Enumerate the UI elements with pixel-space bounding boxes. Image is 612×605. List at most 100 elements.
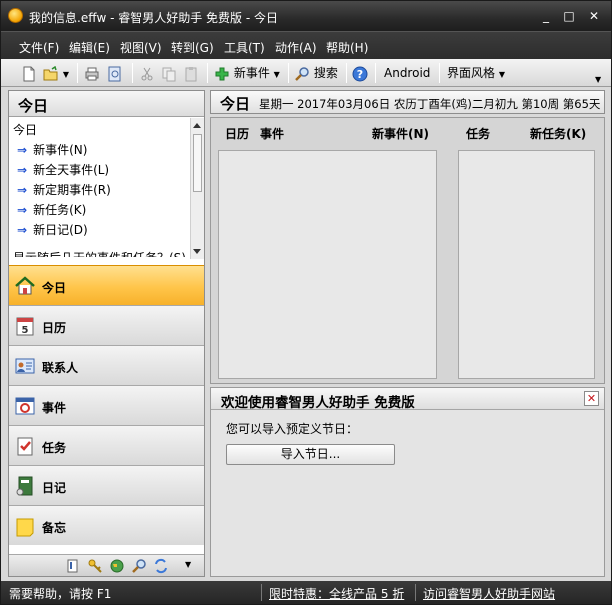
copy-icon: [162, 67, 176, 81]
scissors-icon: [141, 67, 153, 80]
toolbar-separator: [77, 63, 78, 83]
search-button[interactable]: 搜索: [294, 64, 338, 82]
quick-new-event[interactable]: ⇒ 新事件(N): [17, 141, 87, 158]
quick-actions-scrollbar[interactable]: [190, 118, 204, 259]
nav-events[interactable]: 事件: [9, 385, 204, 425]
svg-text:5: 5: [22, 325, 29, 336]
visit-website-link[interactable]: 访问睿智男人好助手网站: [423, 585, 555, 602]
menu-help[interactable]: 帮助(H): [326, 39, 368, 56]
tasks-column-label: 任务: [466, 127, 491, 141]
close-window-button[interactable]: ✕: [583, 7, 605, 25]
arrow-right-icon: ⇒: [17, 143, 28, 157]
new-event-label: 新事件: [233, 66, 270, 80]
quick-new-allday-event-label: 新全天事件(L): [33, 163, 110, 177]
search-label: 搜索: [313, 66, 338, 80]
menu-goto[interactable]: 转到(G): [171, 39, 214, 56]
toolbar-separator: [132, 63, 133, 83]
status-help-text: 需要帮助，请按 F1: [9, 587, 112, 601]
menu-actions[interactable]: 动作(A): [275, 39, 317, 56]
paste-button[interactable]: [183, 64, 199, 82]
quick-actions-title: 今日: [13, 123, 38, 137]
status-separator: [261, 584, 262, 601]
home-icon: [15, 276, 35, 295]
tasks-list[interactable]: [458, 150, 595, 379]
today-header: 今日 星期一 2017年03月06日 农历丁酉年(鸡)二月初九 第10周 第65…: [210, 90, 605, 114]
menu-file[interactable]: 文件(F): [19, 39, 59, 56]
menu-edit[interactable]: 编辑(E): [69, 39, 110, 56]
nav-diary[interactable]: 日记: [9, 465, 204, 505]
close-panel-icon[interactable]: ✕: [584, 391, 599, 406]
sync-icon[interactable]: [153, 558, 169, 574]
menu-bar: 文件(F) 编辑(E) 视图(V) 转到(G) 工具(T) 动作(A) 帮助(H…: [1, 31, 611, 59]
today-title: 今日: [220, 95, 251, 113]
status-bar: 需要帮助，请按 F1 限时特惠：全线产品 5 折 访问睿智男人好助手网站: [1, 581, 611, 604]
open-folder-icon: [43, 65, 58, 80]
toolbar-separator: [288, 63, 289, 83]
toolbar: ▼ 新事件 ▼ 搜索 ? Android 界面风格 ▼ ▼: [1, 59, 611, 87]
print-button[interactable]: [84, 64, 100, 82]
quick-new-diary-label: 新日记(D): [33, 223, 88, 237]
quick-new-recurring-event[interactable]: ⇒ 新定期事件(R): [17, 181, 111, 198]
events-column-label: 事件: [260, 127, 285, 141]
navigation-header: 今日: [9, 91, 204, 117]
calendar-column-label: 日历: [225, 127, 250, 141]
android-button[interactable]: Android: [384, 64, 430, 82]
quick-show-upcoming[interactable]: 显示随后几天的事件和任务？(S): [13, 249, 186, 257]
quick-new-diary[interactable]: ⇒ 新日记(D): [17, 221, 88, 238]
cut-button[interactable]: [139, 64, 155, 82]
attachment-icon[interactable]: [65, 558, 81, 574]
nav-today[interactable]: 今日: [9, 265, 204, 305]
preview-icon: [108, 66, 121, 81]
new-event-button[interactable]: 新事件 ▼: [214, 64, 280, 82]
skin-dropdown-icon[interactable]: ▼: [499, 70, 505, 79]
skin-button[interactable]: 界面风格 ▼: [447, 64, 505, 82]
find-icon[interactable]: [131, 558, 147, 574]
nav-tasks-label: 任务: [42, 441, 67, 455]
arrow-right-icon: ⇒: [17, 163, 28, 177]
open-file-button[interactable]: ▼: [43, 64, 69, 82]
key-icon[interactable]: [87, 558, 103, 574]
nav-tasks[interactable]: 任务: [9, 425, 204, 465]
quick-new-recurring-event-label: 新定期事件(R): [33, 183, 111, 197]
app-window: 我的信息.effw - 睿智男人好助手 免费版 - 今日 _ □ ✕ 文件(F)…: [0, 0, 612, 605]
window-title: 我的信息.effw - 睿智男人好助手 免费版 - 今日: [29, 11, 279, 25]
toolbar-overflow-icon[interactable]: ▼: [595, 71, 601, 89]
new-file-button[interactable]: [21, 64, 37, 82]
nav-calendar-label: 日历: [42, 321, 67, 335]
search-icon: [295, 66, 309, 81]
scroll-up-icon[interactable]: [193, 123, 201, 128]
help-button[interactable]: ?: [352, 64, 368, 82]
event-icon: [15, 397, 35, 415]
new-event-dropdown-icon[interactable]: ▼: [274, 70, 280, 79]
quick-new-allday-event[interactable]: ⇒ 新全天事件(L): [17, 161, 109, 178]
menu-tools[interactable]: 工具(T): [224, 39, 265, 56]
new-document-icon: [23, 66, 35, 81]
nav-diary-label: 日记: [42, 481, 67, 495]
scroll-down-icon[interactable]: [193, 249, 201, 254]
toolbar-separator: [207, 63, 208, 83]
nav-contacts[interactable]: 联系人: [9, 345, 204, 385]
configure-buttons-icon[interactable]: ▼: [185, 560, 201, 576]
skin-label: 界面风格: [447, 66, 496, 80]
plus-icon: [215, 67, 229, 80]
task-icon: [17, 437, 33, 456]
globe-icon[interactable]: [109, 558, 125, 574]
nav-calendar[interactable]: 5 日历: [9, 305, 204, 345]
preview-button[interactable]: [107, 64, 123, 82]
new-event-link[interactable]: 新事件(N): [372, 125, 429, 142]
events-list[interactable]: [218, 150, 437, 379]
quick-new-task[interactable]: ⇒ 新任务(K): [17, 201, 86, 218]
import-holidays-button[interactable]: 导入节日...: [226, 444, 395, 465]
copy-button[interactable]: [161, 64, 177, 82]
promo-link[interactable]: 限时特惠：全线产品 5 折: [269, 585, 404, 602]
maximize-button[interactable]: □: [558, 7, 580, 25]
welcome-title: 欢迎使用睿智男人好助手 免费版: [221, 395, 415, 411]
toolbar-separator: [346, 63, 347, 83]
minimize-button[interactable]: _: [535, 7, 557, 25]
nav-memo[interactable]: 备忘: [9, 505, 204, 545]
menu-view[interactable]: 视图(V): [120, 39, 162, 56]
open-dropdown-arrow-icon[interactable]: ▼: [63, 70, 69, 79]
scroll-thumb[interactable]: [193, 134, 202, 192]
toolbar-separator: [439, 63, 440, 83]
new-task-link[interactable]: 新任务(K): [530, 125, 586, 142]
